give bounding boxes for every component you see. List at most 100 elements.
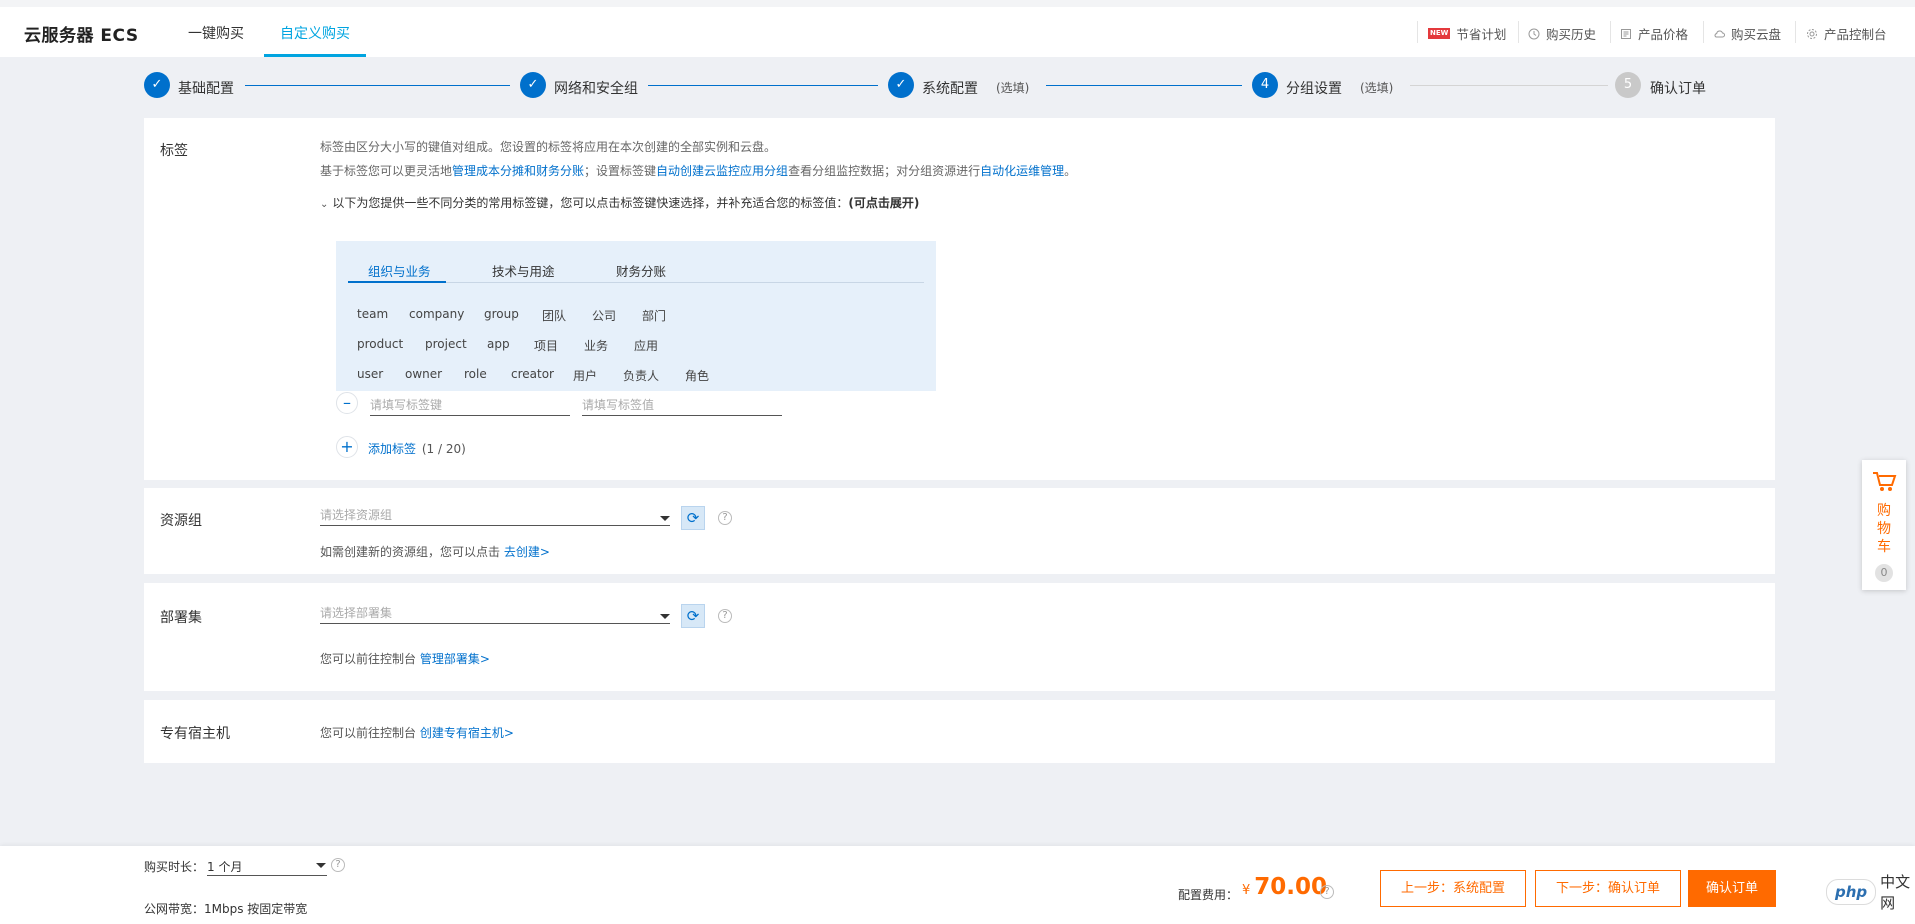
shopping-cart-widget[interactable]: 购物车 0 (1862, 460, 1906, 590)
tag-chip[interactable]: 应用 (634, 337, 658, 354)
dropdown-caret-icon (660, 614, 670, 619)
help-icon[interactable]: ? (1320, 885, 1334, 899)
tag-count: (1 / 20) (421, 442, 466, 456)
tag-suggestion-box: 组织与业务 技术与用途 财务分账 team company group 团队 公… (336, 241, 936, 391)
step-1-label: 基础配置 (178, 81, 234, 97)
price-list-icon (1620, 28, 1632, 40)
hint-text: 您可以前往控制台 (320, 726, 417, 740)
price-amount: 70.00 (1254, 874, 1328, 900)
dedicated-host-hint: 您可以前往控制台 创建专有宿主机> (320, 724, 514, 741)
create-dedicated-host-link[interactable]: 创建专有宿主机> (420, 726, 514, 740)
step-1-check-icon: ✓ (144, 72, 170, 98)
tag-chip[interactable]: app (487, 337, 510, 351)
tag-chip[interactable]: 项目 (534, 337, 558, 354)
price-label: 配置费用： (1178, 888, 1239, 902)
tag-chip[interactable]: 业务 (584, 337, 608, 354)
tag-chip[interactable]: 公司 (592, 307, 616, 324)
watermark-text: 中文网 (1880, 873, 1911, 912)
step-5-number: 5 (1615, 72, 1641, 98)
tags-description: 标签由区分大小写的键值对组成。您设置的标签将应用在本次创建的全部实例和云盘。 (320, 140, 777, 154)
bandwidth-label: 公网带宽： (144, 902, 205, 916)
currency-symbol: ¥ (1242, 883, 1251, 898)
tag-value-input[interactable]: 请填写标签值 (582, 392, 782, 416)
duration-select[interactable]: 1 个月 (207, 852, 327, 876)
prev-step-button[interactable]: 上一步：系统配置 (1380, 870, 1526, 907)
config-price: ¥70.00 (1242, 874, 1327, 900)
active-tab-indicator (348, 281, 446, 283)
tab-org-business[interactable]: 组织与业务 (368, 261, 431, 280)
tag-key-input[interactable]: 请填写标签键 (370, 392, 570, 416)
cloud-disk-icon (1713, 28, 1725, 40)
hint-text: 您可以前往控制台 (320, 652, 417, 666)
tag-chip[interactable]: user (357, 367, 383, 381)
cart-count-badge: 0 (1875, 564, 1893, 582)
tool-purchase-history[interactable]: 购买历史 (1528, 24, 1596, 43)
tool-label: 购买历史 (1546, 27, 1597, 42)
bandwidth-summary: 公网带宽：1Mbps 按固定带宽 (144, 900, 307, 917)
help-icon[interactable]: ? (718, 609, 732, 623)
link-cost-allocation[interactable]: 管理成本分摊和财务分账 (452, 164, 584, 178)
add-tag-label: 添加标签 (368, 442, 417, 456)
step-2-label: 网络和安全组 (554, 81, 638, 97)
tab-tech-usage[interactable]: 技术与用途 (492, 261, 555, 280)
tool-label: 产品价格 (1638, 27, 1689, 42)
resource-group-select[interactable]: 请选择资源组 (320, 502, 670, 526)
desc-text: 查看分组监控数据；对分组资源进行 (788, 164, 981, 178)
tag-chip[interactable]: role (464, 367, 487, 381)
tag-chip[interactable]: 用户 (573, 367, 597, 384)
manage-deployment-set-link[interactable]: 管理部署集> (420, 652, 490, 666)
toolbar-divider (1417, 21, 1418, 43)
step-connector (245, 85, 510, 86)
tag-chip[interactable]: team (357, 307, 388, 321)
tool-product-console[interactable]: 产品控制台 (1806, 24, 1887, 43)
tab-one-click-buy[interactable]: 一键购买 (188, 23, 244, 43)
tool-product-price[interactable]: 产品价格 (1620, 24, 1688, 43)
desc-text: ；设置标签键 (584, 164, 657, 178)
add-tag-icon[interactable]: + (336, 436, 358, 458)
tag-chip[interactable]: owner (405, 367, 442, 381)
tag-chip[interactable]: 团队 (542, 307, 566, 324)
step-3-optional: (选填) (996, 81, 1030, 95)
new-badge-icon: NEW (1428, 28, 1451, 39)
confirm-order-button[interactable]: 确认订单 (1688, 870, 1776, 907)
next-step-button[interactable]: 下一步：确认订单 (1535, 870, 1681, 907)
tool-buy-cloud-disk[interactable]: 购买云盘 (1713, 24, 1781, 43)
tool-savings-plan[interactable]: NEW 节省计划 (1428, 24, 1506, 43)
tag-chip[interactable]: 角色 (685, 367, 709, 384)
watermark-logo: php (1826, 879, 1877, 905)
remove-tag-button[interactable]: – (336, 392, 358, 414)
tag-chip[interactable]: product (357, 337, 403, 351)
tool-label: 购买云盘 (1731, 27, 1782, 42)
tab-custom-buy[interactable]: 自定义购买 (280, 23, 350, 43)
order-summary-bar: 购买时长： 1 个月 ? 公网带宽：1Mbps 按固定带宽 配置费用： ¥70.… (0, 846, 1915, 924)
dropdown-caret-icon (660, 516, 670, 521)
refresh-icon[interactable]: ⟳ (681, 506, 705, 530)
cart-icon (1862, 470, 1906, 498)
tag-suggestions-toggle[interactable]: ⌄ 以下为您提供一些不同分类的常用标签键，您可以点击标签键快速选择，并补充适合您的… (320, 194, 919, 211)
tag-chip[interactable]: group (484, 307, 519, 321)
help-icon[interactable]: ? (331, 858, 345, 872)
refresh-icon[interactable]: ⟳ (681, 604, 705, 628)
tool-label: 节省计划 (1456, 27, 1507, 42)
tag-chip[interactable]: project (425, 337, 467, 351)
tab-finance[interactable]: 财务分账 (616, 261, 666, 280)
bandwidth-value: 1Mbps 按固定带宽 (204, 902, 308, 916)
add-tag-button[interactable]: 添加标签 (1 / 20) (368, 440, 466, 457)
resource-group-section: 资源组 请选择资源组 ⟳ ? 如需创建新的资源组，您可以点击 去创建> (144, 488, 1775, 574)
site-watermark: php 中文网 (1826, 873, 1915, 912)
deployment-set-select[interactable]: 请选择部署集 (320, 600, 670, 624)
tag-chip[interactable]: company (409, 307, 464, 321)
toolbar-divider (1703, 21, 1704, 43)
help-icon[interactable]: ? (718, 511, 732, 525)
create-resource-group-link[interactable]: 去创建> (504, 545, 550, 559)
tag-chip[interactable]: 负责人 (623, 367, 659, 384)
toolbar-divider (1795, 21, 1796, 43)
resource-group-hint: 如需创建新的资源组，您可以点击 去创建> (320, 543, 550, 560)
tag-chip[interactable]: 部门 (642, 307, 666, 324)
link-automation-ops[interactable]: 自动化运维管理 (980, 164, 1064, 178)
link-cloudmonitor-group[interactable]: 自动创建云监控应用分组 (656, 164, 788, 178)
resource-group-title: 资源组 (160, 513, 202, 529)
tag-chip[interactable]: creator (511, 367, 554, 381)
step-4-label: 分组设置 (1286, 81, 1342, 97)
desc-text: 基于标签您可以更灵活地 (320, 164, 453, 178)
